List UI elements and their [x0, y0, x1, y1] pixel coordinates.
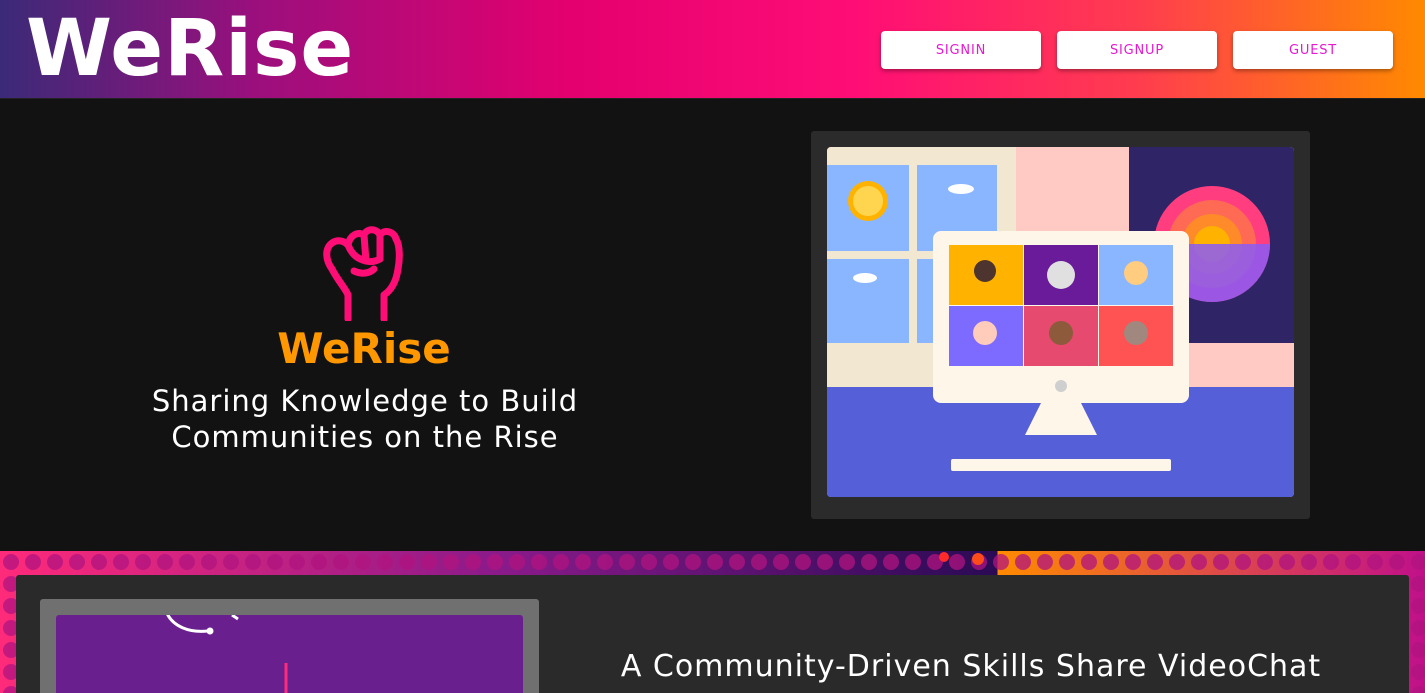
purple-illustration	[56, 615, 523, 693]
video-conference-illustration	[827, 147, 1294, 497]
raised-fist-icon	[323, 226, 403, 321]
signin-button[interactable]: SIGNIN	[881, 31, 1041, 69]
tagline-line-1: Sharing Knowledge to Build	[151, 384, 579, 418]
features-panel: A Community-Driven Skills Share VideoCha…	[16, 575, 1409, 693]
top-navbar: WeRise SIGNIN SIGNUP GUEST	[0, 0, 1425, 99]
hero-image-card	[811, 131, 1310, 519]
features-image-card	[40, 599, 539, 693]
hero-section: WeRise Sharing Knowledge to Build Commun…	[0, 100, 1425, 551]
signup-button[interactable]: SIGNUP	[1057, 31, 1217, 69]
hero-brand-text: WeRise	[277, 324, 451, 373]
guest-button[interactable]: GUEST	[1233, 31, 1393, 69]
features-title: A Community-Driven Skills Share VideoCha…	[620, 649, 1322, 684]
features-section: A Community-Driven Skills Share VideoCha…	[0, 551, 1425, 693]
brand-logo[interactable]: WeRise	[26, 6, 354, 92]
hero-tagline: Sharing Knowledge to Build Communities o…	[80, 383, 650, 455]
purple-illustration-art	[166, 615, 288, 693]
tagline-line-2: Communities on the Rise	[171, 420, 559, 454]
